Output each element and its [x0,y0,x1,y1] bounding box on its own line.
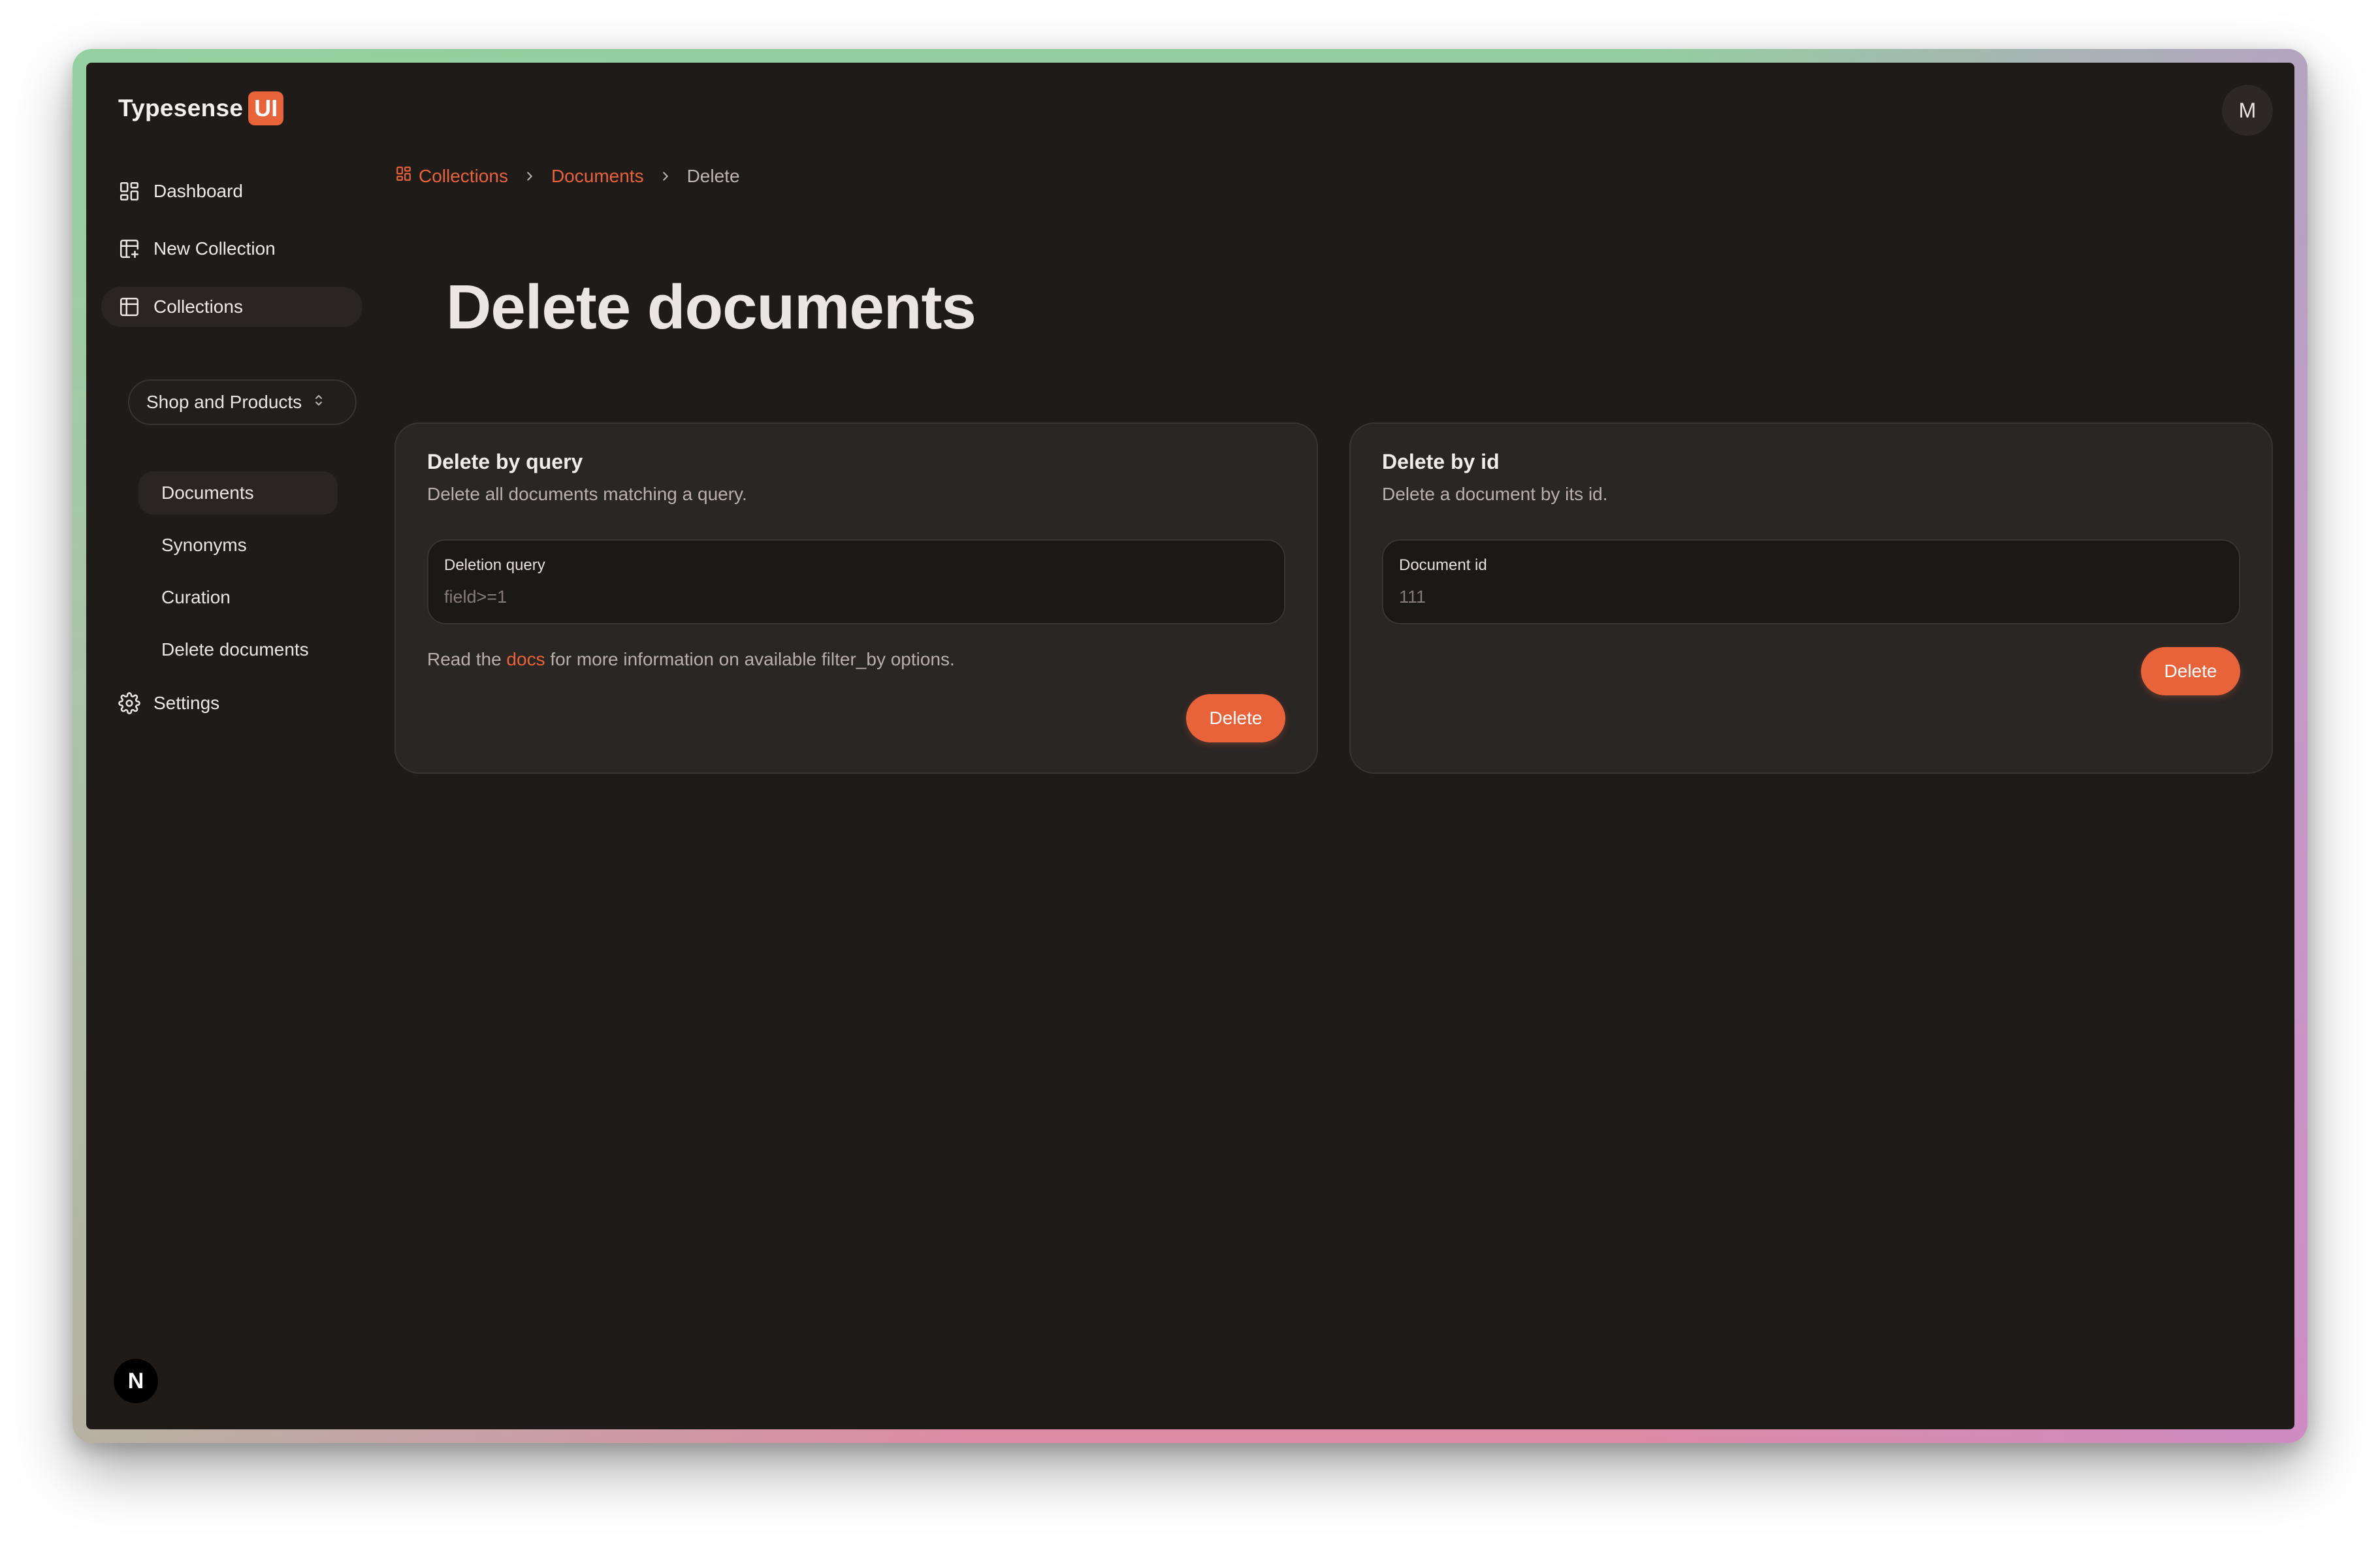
sidebar-subitem-curation[interactable]: Curation [138,576,338,619]
breadcrumb-label: Documents [551,165,644,186]
delete-by-id-button[interactable]: Delete [2141,647,2240,695]
breadcrumb-current: Delete [686,165,740,186]
breadcrumb-collections[interactable]: Collections [395,165,508,187]
document-id-input[interactable] [1399,584,2223,610]
docs-link[interactable]: docs [506,649,545,669]
next-dev-badge[interactable]: N [114,1359,158,1403]
chevron-right-icon [662,171,668,181]
sidebar-subitem-delete-documents[interactable]: Delete documents [138,628,338,671]
chevron-up-down-icon [312,392,325,413]
sidebar-item-new-collection[interactable]: New Collection [118,229,276,269]
sidebar-item-label: New Collection [153,238,276,259]
card-description: Delete a document by its id. [1382,484,1608,504]
delete-by-id-card: Delete by id Delete a document by its id… [1349,422,2273,774]
sidebar-item-label: Collections [153,296,243,317]
sidebar-subitem-synonyms[interactable]: Synonyms [138,524,338,567]
sidebar: Typesense UI Dashboard New Collection Co… [86,63,387,1429]
sidebar-item-label: Dashboard [153,181,243,201]
window-frame: Typesense UI Dashboard New Collection Co… [72,49,2308,1443]
sidebar-subitem-label: Curation [161,587,231,607]
deletion-query-input[interactable] [444,584,1268,610]
collection-select[interactable]: Shop and Products [128,379,357,425]
delete-by-query-button[interactable]: Delete [1186,694,1285,742]
filter-hint: Read the docs for more information on av… [427,649,955,670]
grid-icon [395,165,412,187]
sidebar-subitem-label: Synonyms [161,535,247,555]
card-title: Delete by query [427,450,583,473]
dashboard-icon [118,180,140,202]
brand-name: Typesense [118,95,244,121]
field-label: Document id [1399,556,1487,574]
document-id-field[interactable]: Document id [1382,539,2240,624]
deletion-query-field[interactable]: Deletion query [427,539,1285,624]
card-description: Delete all documents matching a query. [427,484,747,504]
breadcrumb-label: Collections [419,165,508,186]
sidebar-item-collections[interactable]: Collections [101,287,362,327]
brand-badge: UI [248,91,284,125]
card-title: Delete by id [1382,450,1500,473]
hint-suffix: for more information on available filter… [550,649,955,669]
hint-prefix: Read the [427,649,502,669]
collection-select-value: Shop and Products [146,392,302,412]
table-icon [118,296,140,318]
sidebar-subitem-label: Delete documents [161,639,309,659]
delete-by-query-card: Delete by query Delete all documents mat… [394,422,1318,774]
sidebar-item-label: Settings [153,693,220,713]
sidebar-item-settings[interactable]: Settings [118,683,219,723]
breadcrumb-documents[interactable]: Documents [551,166,644,187]
page-title: Delete documents [446,272,976,342]
user-avatar[interactable]: M [2222,85,2273,136]
app-window: Typesense UI Dashboard New Collection Co… [86,63,2294,1429]
gear-icon [118,692,140,714]
table-plus-icon [118,238,140,260]
brand-logo[interactable]: Typesense UI [118,91,284,125]
field-label: Deletion query [444,556,545,574]
sidebar-subitem-label: Documents [161,483,254,503]
chevron-right-icon [527,171,532,181]
breadcrumb: Collections Documents Delete [395,165,740,187]
sidebar-subitem-documents[interactable]: Documents [138,471,338,515]
sidebar-item-dashboard[interactable]: Dashboard [118,171,243,212]
